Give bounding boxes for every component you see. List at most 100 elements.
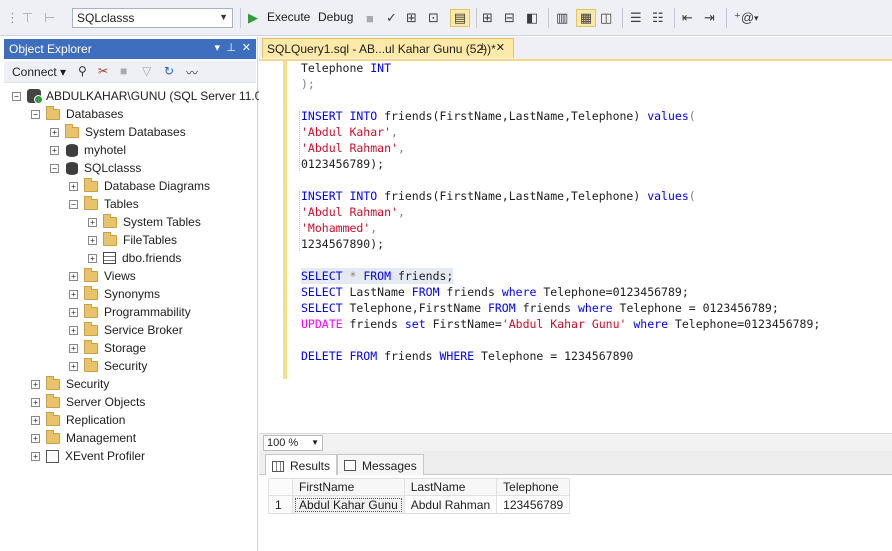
close-icon[interactable]: ✕ — [242, 41, 251, 54]
code-line[interactable]: 0123456789); — [301, 156, 384, 172]
cell-lastname[interactable]: Abdul Rahman — [403, 495, 498, 514]
pin-icon[interactable]: ⊥ — [478, 42, 487, 53]
execute-button[interactable]: Execute — [267, 10, 310, 24]
code-line[interactable]: Telephone INT — [301, 60, 391, 76]
tree-node[interactable]: + Server Objects — [31, 393, 145, 411]
tree-node[interactable]: + Storage — [69, 339, 146, 357]
expand-icon[interactable]: + — [31, 451, 40, 461]
collapse-icon[interactable]: − — [50, 163, 59, 173]
tab-messages[interactable]: Messages — [337, 454, 424, 476]
tree-node[interactable]: − Tables — [69, 195, 139, 213]
tree-node[interactable]: − Databases — [31, 105, 123, 123]
tree-node[interactable]: + Database Diagrams — [69, 177, 210, 195]
row-number[interactable]: 1 — [268, 495, 293, 514]
expand-icon[interactable]: + — [50, 127, 59, 137]
code-line[interactable]: UPDATE friends set FirstName='Abdul Kaha… — [301, 316, 820, 332]
column-header-firstname[interactable]: FirstName — [292, 478, 405, 496]
tree-node[interactable]: − SQLclasss — [50, 159, 141, 177]
tree-node[interactable]: + Synonyms — [69, 285, 160, 303]
column-header-lastname[interactable]: LastName — [403, 478, 498, 496]
tab-results[interactable]: Results — [265, 454, 338, 477]
specify-values-icon[interactable]: ⁺@ — [734, 9, 754, 27]
close-icon[interactable]: ✕ — [496, 41, 505, 54]
expand-icon[interactable]: + — [69, 307, 78, 317]
code-line[interactable]: SELECT LastName FROM friends where Telep… — [301, 284, 689, 300]
cell-telephone[interactable]: 123456789 — [496, 495, 571, 514]
activity-monitor-icon[interactable]: 〰 — [186, 64, 198, 81]
code-line[interactable]: INSERT INTO friends(FirstName,LastName,T… — [301, 188, 696, 204]
expand-icon[interactable]: + — [69, 325, 78, 335]
live-stats-icon[interactable]: ◧ — [526, 9, 538, 27]
expand-icon[interactable]: + — [69, 181, 78, 191]
expand-icon[interactable]: + — [31, 379, 40, 389]
tree-node[interactable]: + Views — [69, 267, 136, 285]
outdent-icon[interactable]: ⇤ — [682, 9, 693, 27]
tree-node[interactable]: + Programmability — [69, 303, 191, 321]
expand-icon[interactable]: + — [69, 289, 78, 299]
code-line[interactable]: 'Mohammed', — [301, 220, 377, 236]
pin-icon[interactable]: ⊥ — [226, 41, 236, 54]
tree-node[interactable]: + System Tables — [88, 213, 201, 231]
results-grid[interactable]: FirstName LastName Telephone 1 Abdul Kah… — [268, 478, 571, 514]
query-editor[interactable]: Telephone INT); INSERT INTO friends(First… — [259, 61, 892, 433]
expand-icon[interactable]: + — [88, 235, 97, 245]
debug-button[interactable]: Debug — [318, 10, 353, 24]
tree-node[interactable]: + Security — [31, 375, 109, 393]
tree-node[interactable]: + Management — [31, 429, 136, 447]
tree-node[interactable]: + dbo.friends — [88, 249, 181, 267]
tree-node[interactable]: + Replication — [31, 411, 125, 429]
tree-node[interactable]: + XEvent Profiler — [31, 447, 145, 465]
comment-icon[interactable]: ☰ — [630, 9, 642, 27]
indent-icon[interactable]: ⇥ — [704, 9, 715, 27]
expand-icon[interactable]: + — [31, 433, 40, 443]
expand-icon[interactable]: + — [31, 397, 40, 407]
table-row[interactable]: 1 Abdul Kahar Gunu Abdul Rahman 12345678… — [268, 495, 571, 514]
results-grid-icon[interactable]: ▦ — [576, 9, 596, 27]
column-header-telephone[interactable]: Telephone — [496, 478, 571, 496]
tree-node[interactable]: + Service Broker — [69, 321, 183, 339]
uncomment-icon[interactable]: ☷ — [652, 9, 664, 27]
stop-icon[interactable]: ■ — [120, 64, 127, 78]
include-plan-icon[interactable]: ⊞ — [482, 9, 493, 27]
expand-icon[interactable]: + — [31, 415, 40, 425]
code-line[interactable]: ); — [301, 76, 315, 92]
results-to-file-icon[interactable]: ◫ — [600, 9, 612, 27]
tree-node[interactable]: + FileTables — [88, 231, 177, 249]
parse-checkmark-icon[interactable]: ✓ — [386, 9, 397, 27]
tree-node[interactable]: − ABDULKAHAR\GUNU (SQL Server 11.0. — [12, 87, 265, 105]
results-to-grid-icon[interactable]: ▤ — [450, 9, 470, 27]
code-line[interactable]: SELECT Telephone,FirstName FROM friends … — [301, 300, 779, 316]
row-header-corner[interactable] — [268, 478, 293, 496]
code-line[interactable]: INSERT INTO friends(FirstName,LastName,T… — [301, 108, 696, 124]
refresh-icon[interactable]: ↻ — [164, 64, 174, 78]
collapse-icon[interactable]: − — [69, 199, 78, 209]
tree-node[interactable]: + myhotel — [50, 141, 126, 159]
expand-icon[interactable]: + — [69, 361, 78, 371]
code-line[interactable]: 'Abdul Rahman', — [301, 140, 405, 156]
code-line[interactable]: SELECT * FROM friends; — [301, 268, 454, 284]
filter-icon[interactable]: ▽ — [142, 64, 151, 78]
tree-node[interactable]: + System Databases — [50, 123, 186, 141]
toolbar-overflow-icon[interactable]: ▾ — [754, 9, 759, 27]
collapse-icon[interactable]: − — [12, 91, 21, 101]
connect-button[interactable]: Connect ▾ — [12, 65, 66, 79]
expand-icon[interactable]: + — [69, 343, 78, 353]
client-stats-icon[interactable]: ⊟ — [504, 9, 515, 27]
tree-node[interactable]: + Security — [69, 357, 147, 375]
filter-icon[interactable]: ⊤ — [22, 9, 33, 27]
database-dropdown[interactable]: SQLclasss ▼ — [72, 8, 233, 28]
connection-icon[interactable]: ⊢ — [44, 9, 55, 27]
expand-icon[interactable]: + — [88, 253, 97, 263]
code-line[interactable]: 'Abdul Rahman', — [301, 204, 405, 220]
expand-icon[interactable]: + — [88, 217, 97, 227]
stop-icon[interactable]: ■ — [366, 9, 374, 27]
expand-icon[interactable]: + — [69, 271, 78, 281]
collapse-icon[interactable]: − — [31, 109, 40, 119]
tab-sqlquery1[interactable]: SQLQuery1.sql - AB...ul Kahar Gunu (52))… — [262, 38, 514, 58]
cell-firstname[interactable]: Abdul Kahar Gunu — [292, 495, 405, 514]
panel-menu-icon[interactable]: ▾ — [214, 41, 220, 54]
connect-plug-icon[interactable]: ⚲ — [78, 64, 87, 78]
execute-icon[interactable]: ▶ — [248, 9, 258, 27]
display-plan-icon[interactable]: ⊞ — [406, 9, 417, 27]
code-line[interactable]: DELETE FROM friends WHERE Telephone = 12… — [301, 348, 633, 364]
